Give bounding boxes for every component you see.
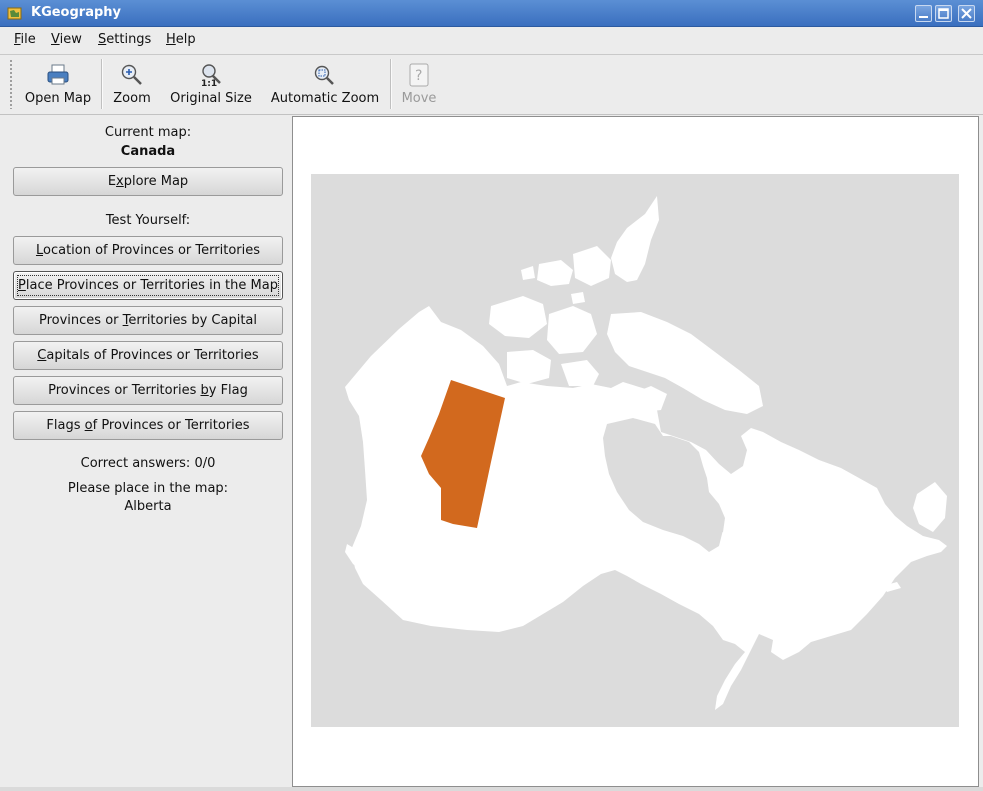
quiz-label-post: ocation of Provinces or Territories <box>43 243 260 258</box>
close-button[interactable] <box>958 5 975 22</box>
quiz-label-post: y Flag <box>208 383 248 398</box>
window-bottom-border <box>0 787 983 791</box>
quiz-label-post: lace Provinces or Territories in the Map <box>25 278 278 293</box>
quiz-label-post: erritories by Capital <box>128 313 258 328</box>
arctic-island[interactable] <box>573 246 611 286</box>
arctic-island[interactable] <box>521 266 535 280</box>
explore-map-label-post: plore Map <box>123 174 189 189</box>
explore-map-button[interactable]: Explore Map <box>13 167 283 196</box>
original-size-label: Original Size <box>170 91 252 106</box>
quiz-label-pre: Provinces or <box>38 313 123 328</box>
menu-file[interactable]: File <box>14 32 36 47</box>
current-map-name: Canada <box>120 144 176 159</box>
quiz-label-post: f Provinces or Territories <box>92 418 250 433</box>
question-prompt: Please place in the map: <box>67 481 229 496</box>
original-size-button[interactable]: 1:1 Original Size <box>165 55 257 113</box>
move-button[interactable]: ? Move <box>396 55 442 113</box>
minimize-icon <box>919 16 928 18</box>
maximize-button[interactable] <box>935 5 952 22</box>
move-help-icon: ? <box>409 63 429 87</box>
arctic-island[interactable] <box>561 360 599 386</box>
explore-map-mnemonic: x <box>116 174 124 189</box>
current-map-label: Current map: <box>104 125 192 140</box>
quiz-label-post: apitals of Provinces or Territories <box>46 348 259 363</box>
focus-ring: Place Provinces or Territories in the Ma… <box>14 272 282 299</box>
menu-bar: File View Settings Help <box>0 27 983 55</box>
arctic-island[interactable] <box>547 306 597 354</box>
capitals-quiz-button[interactable]: Capitals of Provinces or Territories <box>13 341 283 370</box>
move-label: Move <box>401 91 437 106</box>
menu-help-label: elp <box>175 32 196 47</box>
arctic-island[interactable] <box>507 350 551 384</box>
menu-help[interactable]: Help <box>166 32 196 47</box>
correct-answers-text: Correct answers: 0/0 <box>80 456 216 471</box>
menu-settings[interactable]: Settings <box>98 32 151 47</box>
toolbar: Open Map Zoom 1:1 Original Size Automati… <box>0 55 983 115</box>
toolbar-separator <box>390 59 392 109</box>
zoom-original-icon: 1:1 <box>201 64 221 87</box>
menu-view-label: iew <box>59 32 82 47</box>
quiz-panel: Current map: Canada Explore Map Test You… <box>0 115 292 791</box>
flags-quiz-button[interactable]: Flags of Provinces or Territories <box>13 411 283 440</box>
zoom-in-icon <box>121 64 142 85</box>
map-view[interactable] <box>292 116 979 787</box>
toolbar-handle[interactable] <box>9 59 13 109</box>
close-icon <box>961 8 972 19</box>
quiz-mnemonic: b <box>200 383 209 398</box>
quiz-mnemonic: o <box>84 418 93 433</box>
canada-map[interactable] <box>311 174 959 727</box>
title-bar[interactable]: KGeography <box>0 0 983 27</box>
quiz-label-pre: Flags <box>46 418 85 433</box>
location-quiz-button[interactable]: Location of Provinces or Territories <box>13 236 283 265</box>
kgeography-app-icon <box>7 7 22 20</box>
menu-help-mnemonic: H <box>166 32 176 47</box>
quiz-mnemonic: C <box>37 348 47 363</box>
printer-icon <box>47 64 69 85</box>
map-canvas[interactable] <box>311 174 959 727</box>
zoom-button[interactable]: Zoom <box>106 55 158 113</box>
open-map-button[interactable]: Open Map <box>20 55 96 113</box>
explore-map-label-pre: E <box>107 174 117 189</box>
arctic-island[interactable] <box>489 296 547 338</box>
svg-text:?: ? <box>415 68 422 84</box>
window-title: KGeography <box>31 5 122 20</box>
quiz-mnemonic: L <box>35 243 43 258</box>
svg-text:1:1: 1:1 <box>201 79 217 87</box>
by-capital-quiz-button[interactable]: Provinces or Territories by Capital <box>13 306 283 335</box>
automatic-zoom-label: Automatic Zoom <box>270 91 380 106</box>
maximize-icon <box>938 8 949 19</box>
test-yourself-label: Test Yourself: <box>105 213 191 228</box>
minimize-button[interactable] <box>915 5 932 22</box>
automatic-zoom-button[interactable]: Automatic Zoom <box>266 55 384 113</box>
quiz-mnemonic: P <box>18 278 26 293</box>
newfoundland[interactable] <box>913 482 947 532</box>
menu-view-mnemonic: V <box>51 32 60 47</box>
quiz-label-pre: Provinces or Territories <box>48 383 201 398</box>
place-in-map-quiz-button[interactable]: Place Provinces or Territories in the Ma… <box>13 271 283 300</box>
arctic-island[interactable] <box>611 196 659 282</box>
menu-settings-label: ettings <box>106 32 152 47</box>
menu-file-label: ile <box>20 32 36 47</box>
arctic-island[interactable] <box>537 260 573 286</box>
open-map-label: Open Map <box>24 91 92 106</box>
zoom-label: Zoom <box>113 91 151 106</box>
by-flag-quiz-button[interactable]: Provinces or Territories by Flag <box>13 376 283 405</box>
zoom-fit-icon <box>314 65 334 85</box>
toolbar-separator <box>101 59 103 109</box>
arctic-island[interactable] <box>571 292 585 304</box>
question-target: Alberta <box>124 499 172 514</box>
menu-view[interactable]: View <box>51 32 82 47</box>
